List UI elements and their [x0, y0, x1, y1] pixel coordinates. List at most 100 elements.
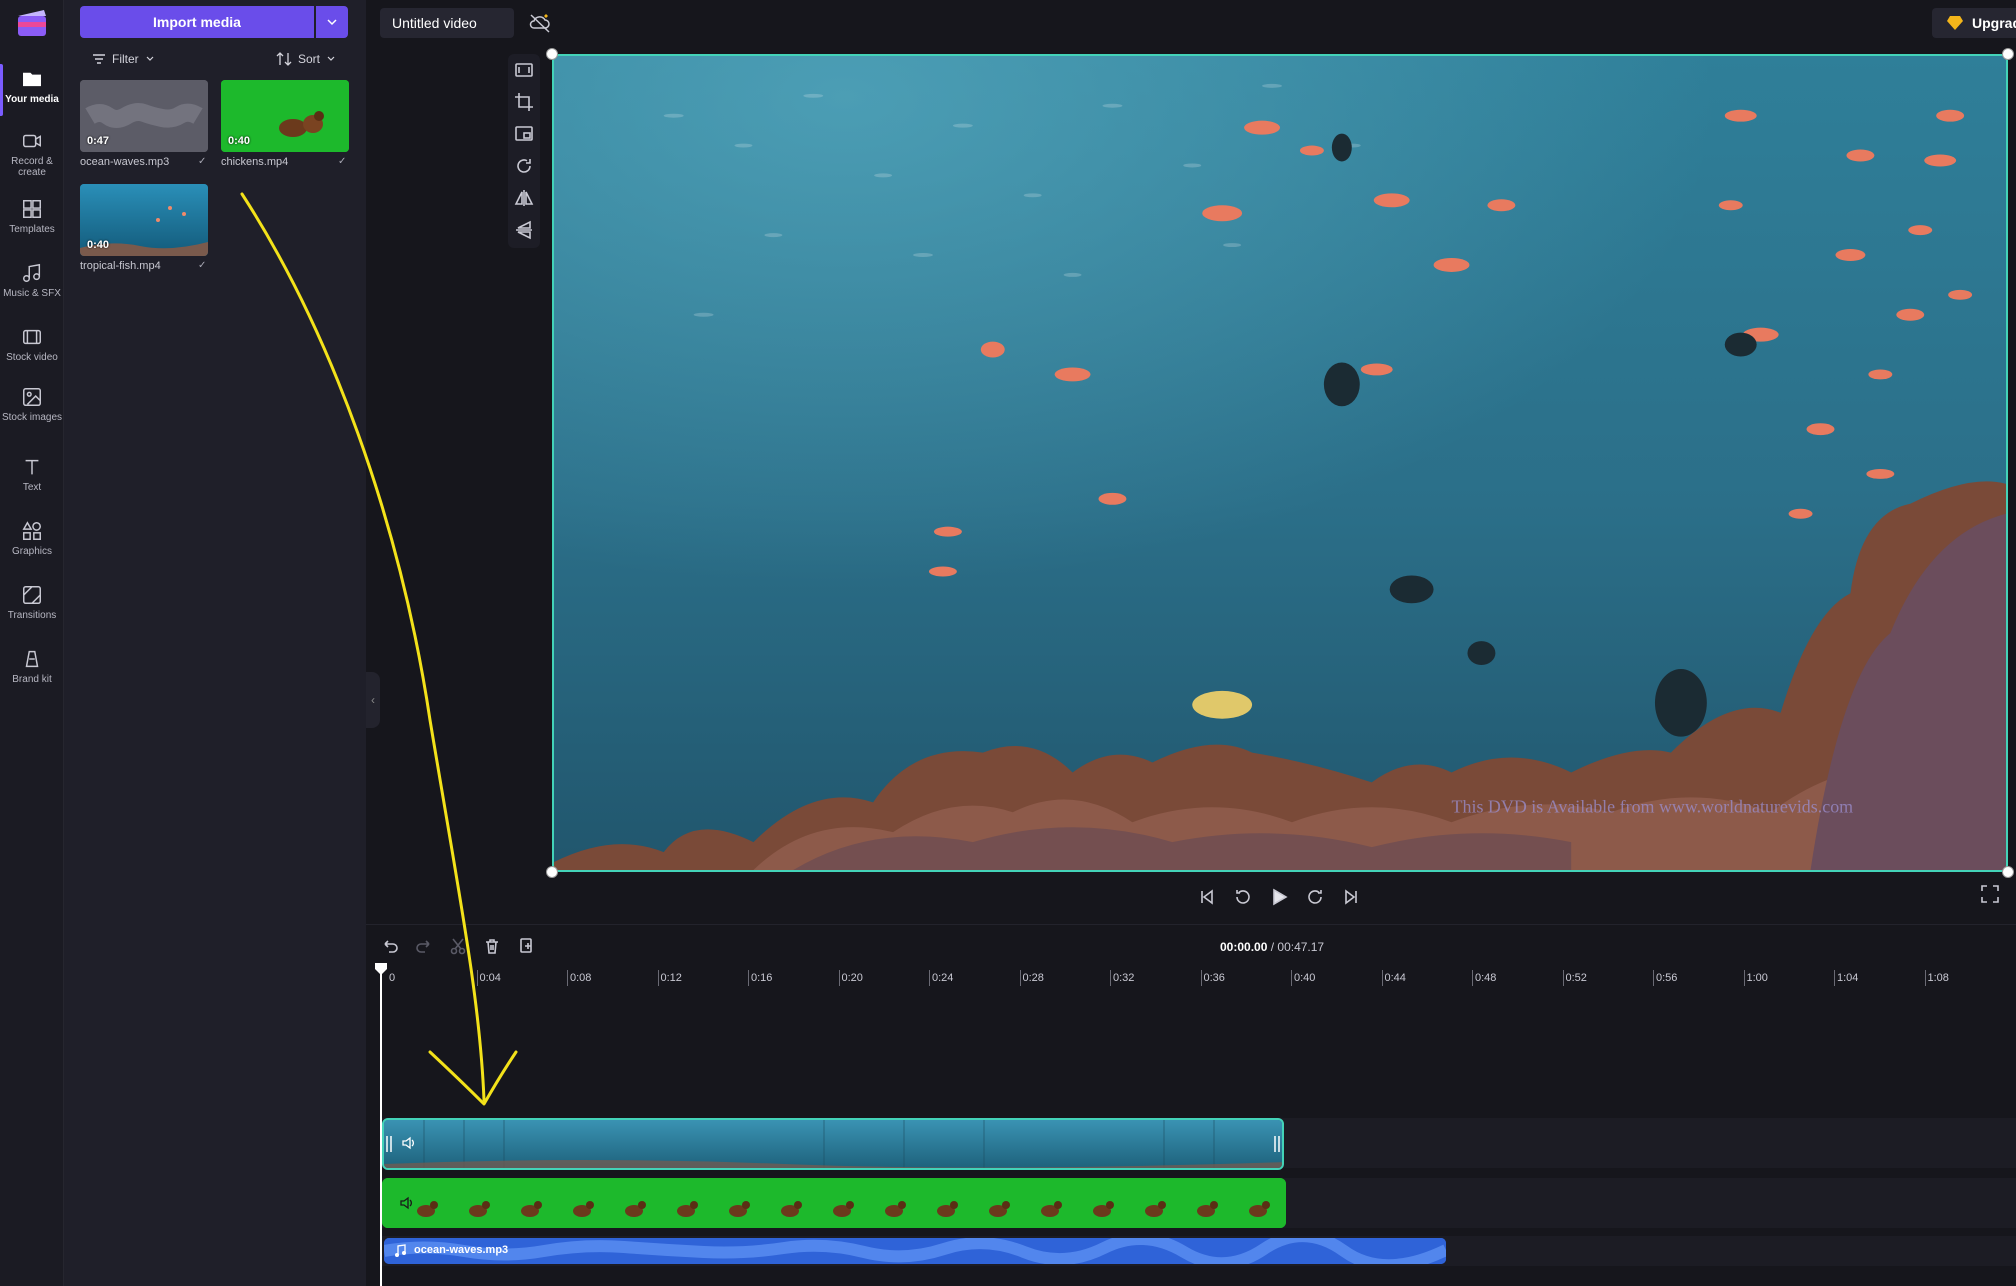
- rail-item-text[interactable]: Text: [0, 450, 64, 512]
- clip-volume-button[interactable]: [398, 1194, 418, 1214]
- aspect-ratio-icon: [515, 63, 533, 77]
- playhead-handle-icon[interactable]: [374, 962, 388, 976]
- timeline-ruler[interactable]: 0 0:04 0:08 0:12 0:16 0:20 0:24 0:28 0:32 0:36 0:4…: [380, 968, 2016, 990]
- play-button[interactable]: [1266, 884, 1292, 910]
- filter-icon: [93, 54, 105, 64]
- rail-item-label: Graphics: [11, 546, 52, 557]
- rail-item-brand-kit[interactable]: Brand kit: [0, 642, 64, 704]
- flip-vertical-button[interactable]: [514, 220, 534, 240]
- skip-back-icon: [1201, 889, 1213, 905]
- grip-icon: [386, 1136, 392, 1152]
- ruler-tick-label: 1:00: [1746, 972, 1768, 984]
- clip-trim-handle-right[interactable]: [1274, 1134, 1280, 1154]
- rewind-5s-button[interactable]: [1230, 884, 1256, 910]
- text-icon: [25, 459, 39, 475]
- total-time: 00:47.17: [1277, 940, 1325, 954]
- fit-aspect-button[interactable]: [514, 60, 534, 80]
- added-check-icon: ✓: [338, 156, 347, 167]
- sort-button[interactable]: Sort: [276, 48, 336, 70]
- upgrade-button[interactable]: Upgrade: [1932, 8, 2016, 38]
- skip-to-end-button[interactable]: [1338, 884, 1364, 910]
- clip-filmstrip: [382, 1178, 1286, 1228]
- speaker-icon: [400, 1196, 412, 1210]
- speaker-icon: [402, 1136, 414, 1150]
- redo-button[interactable]: [412, 934, 436, 958]
- timeline-toolbar: [378, 934, 538, 958]
- rail-item-your-media[interactable]: Your media: [0, 62, 64, 124]
- delete-button[interactable]: [480, 934, 504, 958]
- tropical-fish-clip[interactable]: [382, 1118, 1284, 1170]
- resize-handle-bottom-right[interactable]: [2002, 866, 2014, 878]
- rail-item-templates[interactable]: Templates: [0, 192, 64, 254]
- video-preview[interactable]: This DVD is Available from www.worldnatu…: [552, 54, 2008, 872]
- forward-5s-button[interactable]: [1302, 884, 1328, 910]
- ruler-tick-mark: [476, 970, 478, 986]
- collapse-panel-button[interactable]: ‹: [366, 672, 380, 728]
- underwater-reef-frame: This DVD is Available from www.worldnatu…: [554, 56, 2006, 870]
- cloud-offline-icon[interactable]: [528, 12, 552, 34]
- audio-clip-label: ocean-waves.mp3: [414, 1244, 509, 1256]
- rail-item-graphics[interactable]: Graphics: [0, 514, 64, 576]
- rail-item-record-create[interactable]: Record & create: [0, 124, 64, 186]
- pip-icon: [515, 126, 533, 141]
- fullscreen-button[interactable]: [1980, 884, 2002, 906]
- import-media-button[interactable]: Import media: [80, 6, 314, 38]
- filter-button[interactable]: Filter: [92, 48, 155, 70]
- clip-volume-button[interactable]: [400, 1134, 420, 1154]
- picture-in-picture-button[interactable]: [514, 124, 534, 144]
- resize-handle-top-left[interactable]: [546, 48, 558, 60]
- rail-item-transitions[interactable]: Transitions: [0, 578, 64, 640]
- rail-item-label: Stock images: [1, 412, 63, 423]
- shapes-icon: [22, 521, 41, 540]
- rail-item-stock-images[interactable]: Stock images: [0, 380, 64, 442]
- crop-button[interactable]: [514, 92, 534, 112]
- playhead-line[interactable]: [380, 966, 382, 1286]
- flip-horizontal-button[interactable]: [514, 188, 534, 208]
- ruler-tick-label: 0:44: [1384, 972, 1406, 984]
- rotate-button[interactable]: [514, 156, 534, 176]
- resize-handle-top-right[interactable]: [2002, 48, 2014, 60]
- ruler-tick-mark: [567, 970, 568, 986]
- ruler-tick-mark: [838, 970, 840, 986]
- ruler-tick-mark: [1110, 970, 1111, 986]
- ruler-tick-label: 0:32: [1113, 972, 1135, 984]
- flip-vertical-icon: [516, 220, 532, 240]
- skip-to-start-button[interactable]: [1194, 884, 1220, 910]
- undo-button[interactable]: [378, 934, 402, 958]
- ruler-tick-mark: [1653, 970, 1654, 986]
- rail-item-label: Music & SFX: [3, 288, 61, 299]
- media-item-chickens[interactable]: 0:40: [221, 80, 349, 152]
- media-item-tropical-fish[interactable]: 0:40: [80, 184, 208, 256]
- rail-item-label: Your media: [5, 94, 59, 105]
- media-name: tropical-fish.mp4: [80, 260, 161, 272]
- rail-item-label: Stock video: [6, 352, 58, 363]
- media-duration: 0:40: [87, 239, 110, 251]
- clipchamp-editor: Your media Record & create Templates Mus…: [0, 0, 2016, 1286]
- watermark-text: This DVD is Available from www.worldnatu…: [1452, 796, 1854, 816]
- film-icon: [23, 329, 41, 345]
- rail-item-label: Record & create: [11, 156, 53, 178]
- media-item-ocean-waves[interactable]: 0:47: [80, 80, 208, 152]
- split-button[interactable]: [446, 934, 470, 958]
- ocean-waves-audio-clip[interactable]: ocean-waves.mp3: [384, 1238, 1446, 1264]
- import-options-dropdown[interactable]: [316, 6, 348, 38]
- chickens-clip[interactable]: [382, 1178, 1286, 1228]
- rail-item-music-sfx[interactable]: Music & SFX: [0, 256, 64, 318]
- duplicate-button[interactable]: [514, 934, 538, 958]
- project-title-input[interactable]: Untitled video: [380, 8, 514, 38]
- ruler-tick-mark: [1291, 970, 1292, 986]
- ruler-tick-mark: [1019, 970, 1021, 986]
- rail-item-stock-video[interactable]: Stock video: [0, 320, 64, 382]
- added-check-icon: ✓: [198, 156, 207, 167]
- chevron-down-icon: [327, 19, 337, 26]
- resize-handle-bottom-left[interactable]: [546, 866, 558, 878]
- folder-icon: [23, 72, 41, 87]
- clip-trim-handle-left[interactable]: [386, 1134, 392, 1154]
- rail-item-label: Brand kit: [12, 674, 52, 685]
- fullscreen-icon: [1981, 885, 1999, 903]
- ruler-tick-mark: [1924, 970, 1926, 986]
- redo-icon: [416, 940, 430, 953]
- ruler-tick-label: 0:40: [1294, 972, 1316, 984]
- ruler-tick-label: 0:08: [570, 972, 592, 984]
- image-icon: [23, 388, 41, 406]
